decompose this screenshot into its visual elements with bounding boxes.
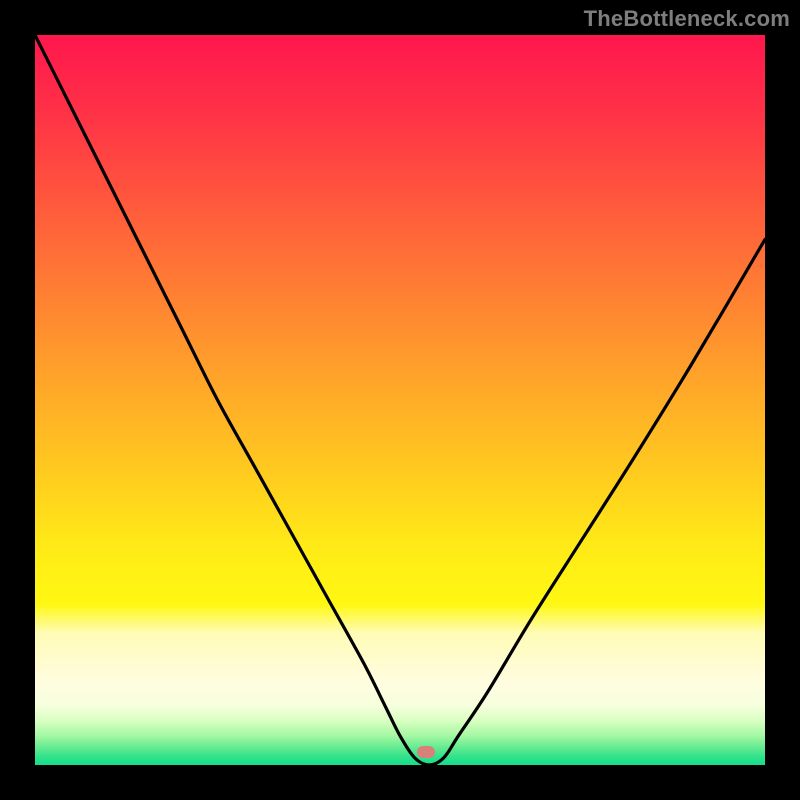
watermark-text: TheBottleneck.com bbox=[584, 6, 790, 32]
plot-area bbox=[35, 35, 765, 765]
curve-path bbox=[35, 35, 765, 765]
bottleneck-curve bbox=[35, 35, 765, 765]
chart-frame: TheBottleneck.com bbox=[0, 0, 800, 800]
optimum-marker bbox=[417, 746, 435, 758]
